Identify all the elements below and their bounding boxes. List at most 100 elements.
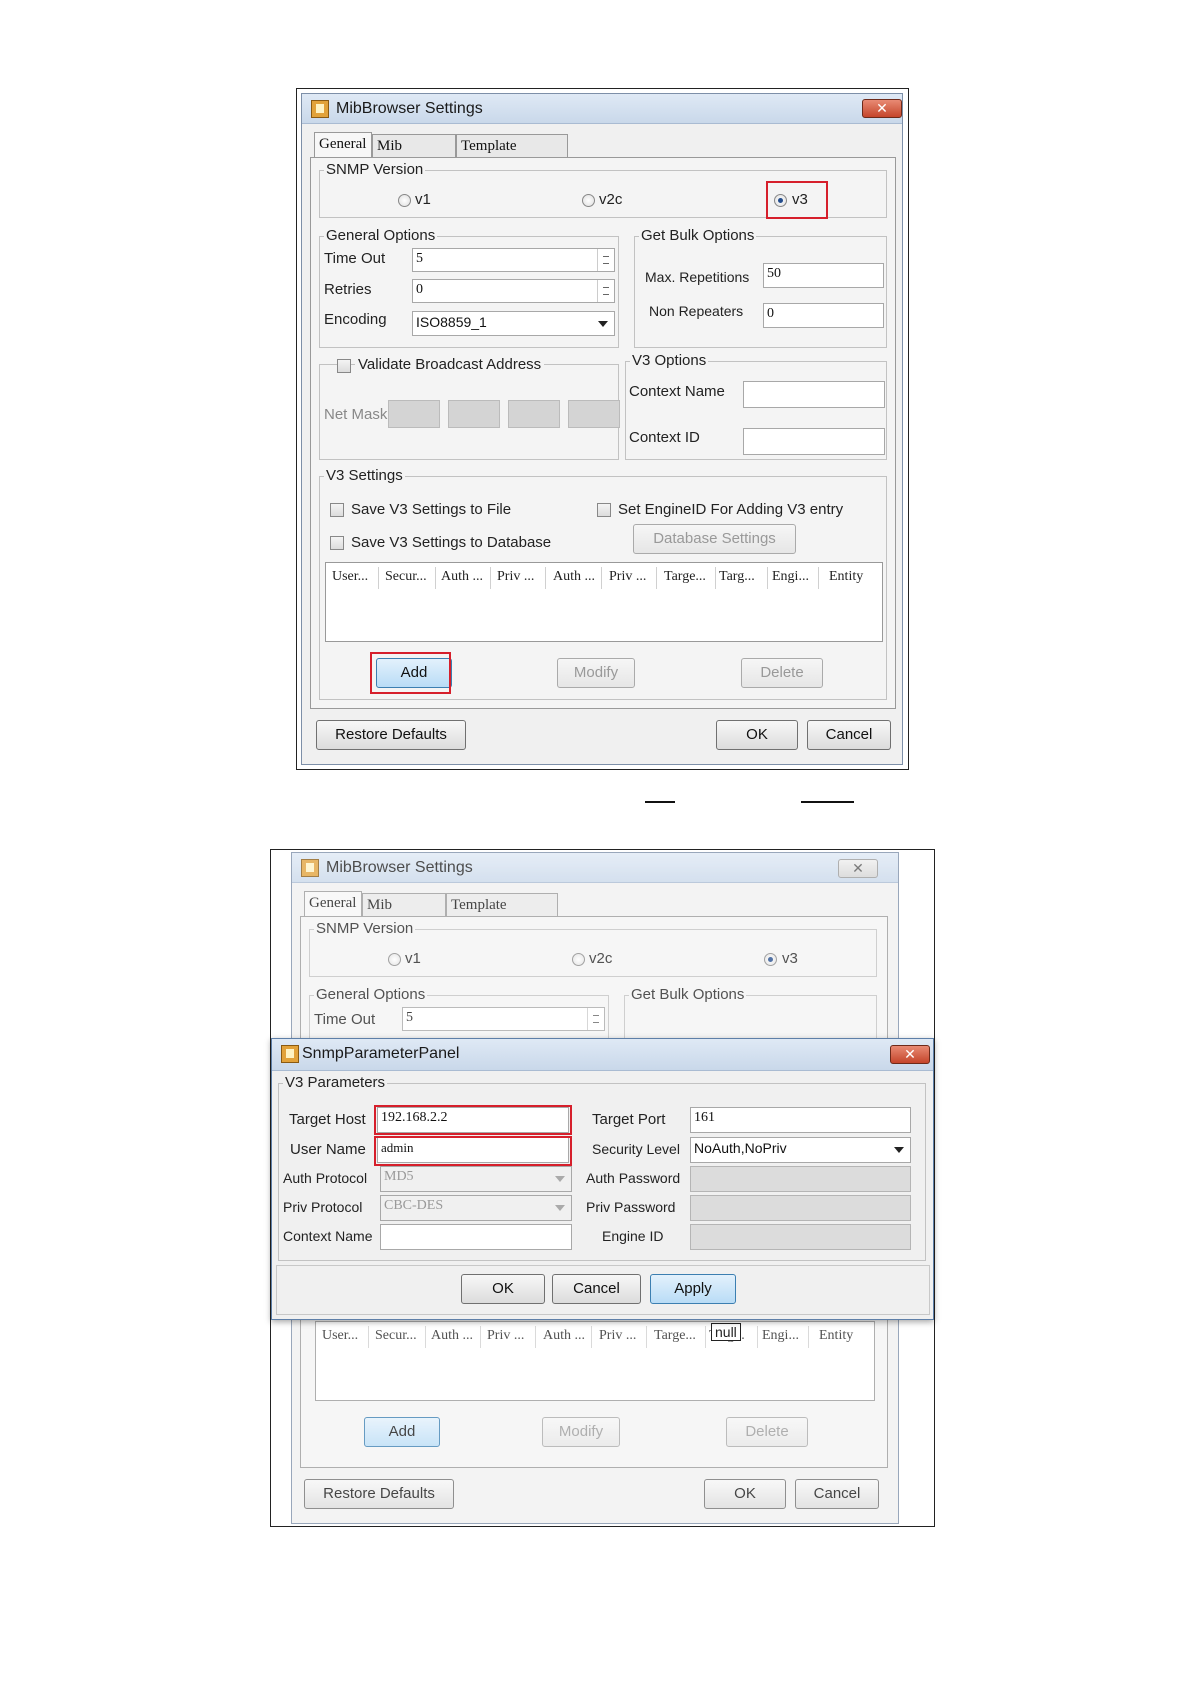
get-bulk-options-group: Get Bulk Options: [634, 227, 887, 348]
title-bar: MibBrowser Settings ✕: [302, 94, 902, 124]
bg-col-priv-password[interactable]: Priv ...: [599, 1328, 636, 1344]
radio-v1[interactable]: [398, 194, 411, 207]
bg-radio-v1[interactable]: [388, 953, 401, 966]
netmask-octet-3[interactable]: [508, 400, 560, 428]
netmask-octet-4[interactable]: [568, 400, 620, 428]
target-port-field[interactable]: 161: [690, 1107, 911, 1133]
bg-radio-v3[interactable]: [764, 953, 777, 966]
col-priv-password[interactable]: Priv ...: [609, 569, 646, 585]
bg-timeout-stepper[interactable]: [587, 1008, 604, 1030]
tab-mib-settings[interactable]: Mib Settings: [372, 134, 456, 171]
validate-broadcast-label: Validate Broadcast Address: [355, 356, 545, 373]
context-id-field[interactable]: [743, 428, 885, 455]
dialog-ok-button[interactable]: OK: [461, 1274, 545, 1304]
bg-timeout-value: 5: [406, 1010, 413, 1025]
dialog-apply-button[interactable]: Apply: [650, 1274, 736, 1304]
dialog-close-icon[interactable]: ✕: [890, 1045, 930, 1064]
non-repeaters-field[interactable]: 0: [763, 303, 884, 328]
encoding-select[interactable]: ISO8859_1: [412, 311, 615, 336]
priv-protocol-select[interactable]: CBC-DES: [380, 1195, 572, 1221]
max-repetitions-field[interactable]: 50: [763, 263, 884, 288]
save-to-database-checkbox[interactable]: [330, 536, 344, 550]
bg-ok-button[interactable]: OK: [704, 1479, 786, 1509]
retries-stepper[interactable]: [597, 280, 614, 302]
col-security[interactable]: Secur...: [385, 569, 427, 585]
col-priv-protocol[interactable]: Priv ...: [497, 569, 534, 585]
priv-protocol-value: CBC-DES: [384, 1198, 444, 1213]
bg-add-button[interactable]: Add: [364, 1417, 440, 1447]
bg-window-title: MibBrowser Settings: [326, 859, 473, 876]
mibbrowser-settings-window: MibBrowser Settings ✕ General Mib Settin…: [301, 93, 903, 765]
tab-general[interactable]: General: [314, 132, 372, 158]
col-target-host[interactable]: Targe...: [664, 569, 706, 585]
target-host-highlight-box: [374, 1105, 572, 1135]
dialog-cancel-button[interactable]: Cancel: [552, 1274, 641, 1304]
v3-settings-legend: V3 Settings: [324, 467, 405, 484]
bg-radio-v2c[interactable]: [572, 953, 585, 966]
target-port-value: 161: [694, 1110, 715, 1125]
bg-col-engine-id[interactable]: Engi...: [762, 1328, 799, 1344]
col-entity[interactable]: Entity: [829, 569, 863, 585]
col-auth-password[interactable]: Auth ...: [553, 569, 595, 585]
col-auth-protocol[interactable]: Auth ...: [441, 569, 483, 585]
bg-col-user[interactable]: User...: [322, 1328, 358, 1344]
bg-general-options-legend: General Options: [314, 986, 428, 1003]
delete-button[interactable]: Delete: [741, 658, 823, 688]
bg-delete-button[interactable]: Delete: [726, 1417, 808, 1447]
tab-template-settings[interactable]: Template Settings: [456, 134, 568, 171]
max-repetitions-label: Max. Repetitions: [645, 269, 750, 285]
bg-timeout-label: Time Out: [314, 1011, 376, 1028]
bg-modify-button[interactable]: Modify: [542, 1417, 620, 1447]
snmp-parameter-panel-dialog: SnmpParameterPanel ✕ V3 Parameters Targe…: [271, 1038, 934, 1320]
dialog-title: SnmpParameterPanel: [302, 1045, 460, 1062]
bg-close-icon[interactable]: ✕: [838, 859, 878, 878]
retries-field[interactable]: 0: [412, 279, 615, 303]
bg-restore-defaults-button[interactable]: Restore Defaults: [304, 1479, 454, 1509]
context-id-label: Context ID: [629, 429, 700, 446]
bg-col-security[interactable]: Secur...: [375, 1328, 417, 1344]
context-name-field[interactable]: [743, 381, 885, 408]
auth-password-field[interactable]: [690, 1166, 911, 1192]
col-user[interactable]: User...: [332, 569, 368, 585]
priv-password-field[interactable]: [690, 1195, 911, 1221]
bg-col-target-host[interactable]: Targe...: [654, 1328, 696, 1344]
radio-v2c[interactable]: [582, 194, 595, 207]
bg-col-priv-protocol[interactable]: Priv ...: [487, 1328, 524, 1344]
bg-tab-general[interactable]: General: [304, 891, 362, 917]
restore-defaults-button[interactable]: Restore Defaults: [316, 720, 466, 750]
set-engineid-label: Set EngineID For Adding V3 entry: [618, 501, 844, 518]
general-options-legend: General Options: [324, 227, 438, 244]
set-engineid-checkbox[interactable]: [597, 503, 611, 517]
close-icon[interactable]: ✕: [862, 99, 902, 118]
col-engine-id[interactable]: Engi...: [772, 569, 809, 585]
dialog-context-name-field[interactable]: [380, 1224, 572, 1250]
cancel-button[interactable]: Cancel: [807, 720, 891, 750]
v3-entries-table: User... Secur... Auth ... Priv ... Auth …: [325, 562, 883, 642]
security-level-select[interactable]: NoAuth,NoPriv: [690, 1137, 911, 1163]
bg-tab-template-settings[interactable]: Template Settings: [446, 893, 558, 930]
netmask-octet-2[interactable]: [448, 400, 500, 428]
netmask-octet-1[interactable]: [388, 400, 440, 428]
bg-tab-mib-settings[interactable]: Mib Settings: [362, 893, 446, 930]
bg-col-auth-password[interactable]: Auth ...: [543, 1328, 585, 1344]
col-target-port[interactable]: Targ...: [719, 569, 755, 585]
ok-button[interactable]: OK: [716, 720, 798, 750]
modify-button[interactable]: Modify: [557, 658, 635, 688]
database-settings-button[interactable]: Database Settings: [633, 524, 796, 554]
retries-value: 0: [416, 282, 423, 297]
bg-v3-entries-table: User... Secur... Auth ... Priv ... Auth …: [315, 1321, 875, 1401]
user-name-highlight-box: [374, 1136, 572, 1166]
save-to-file-label: Save V3 Settings to File: [351, 501, 512, 518]
save-to-file-checkbox[interactable]: [330, 503, 344, 517]
security-level-chevron-down-icon: [894, 1147, 904, 1153]
bg-cancel-button[interactable]: Cancel: [795, 1479, 879, 1509]
bg-col-entity[interactable]: Entity: [819, 1328, 853, 1344]
timeout-field[interactable]: 5: [412, 248, 615, 272]
validate-broadcast-checkbox[interactable]: [337, 359, 351, 373]
bg-timeout-field[interactable]: 5: [402, 1007, 605, 1031]
bg-col-auth-protocol[interactable]: Auth ...: [431, 1328, 473, 1344]
auth-protocol-select[interactable]: MD5: [380, 1166, 572, 1192]
timeout-stepper[interactable]: [597, 249, 614, 271]
target-host-label: Target Host: [289, 1111, 366, 1128]
engine-id-field[interactable]: [690, 1224, 911, 1250]
